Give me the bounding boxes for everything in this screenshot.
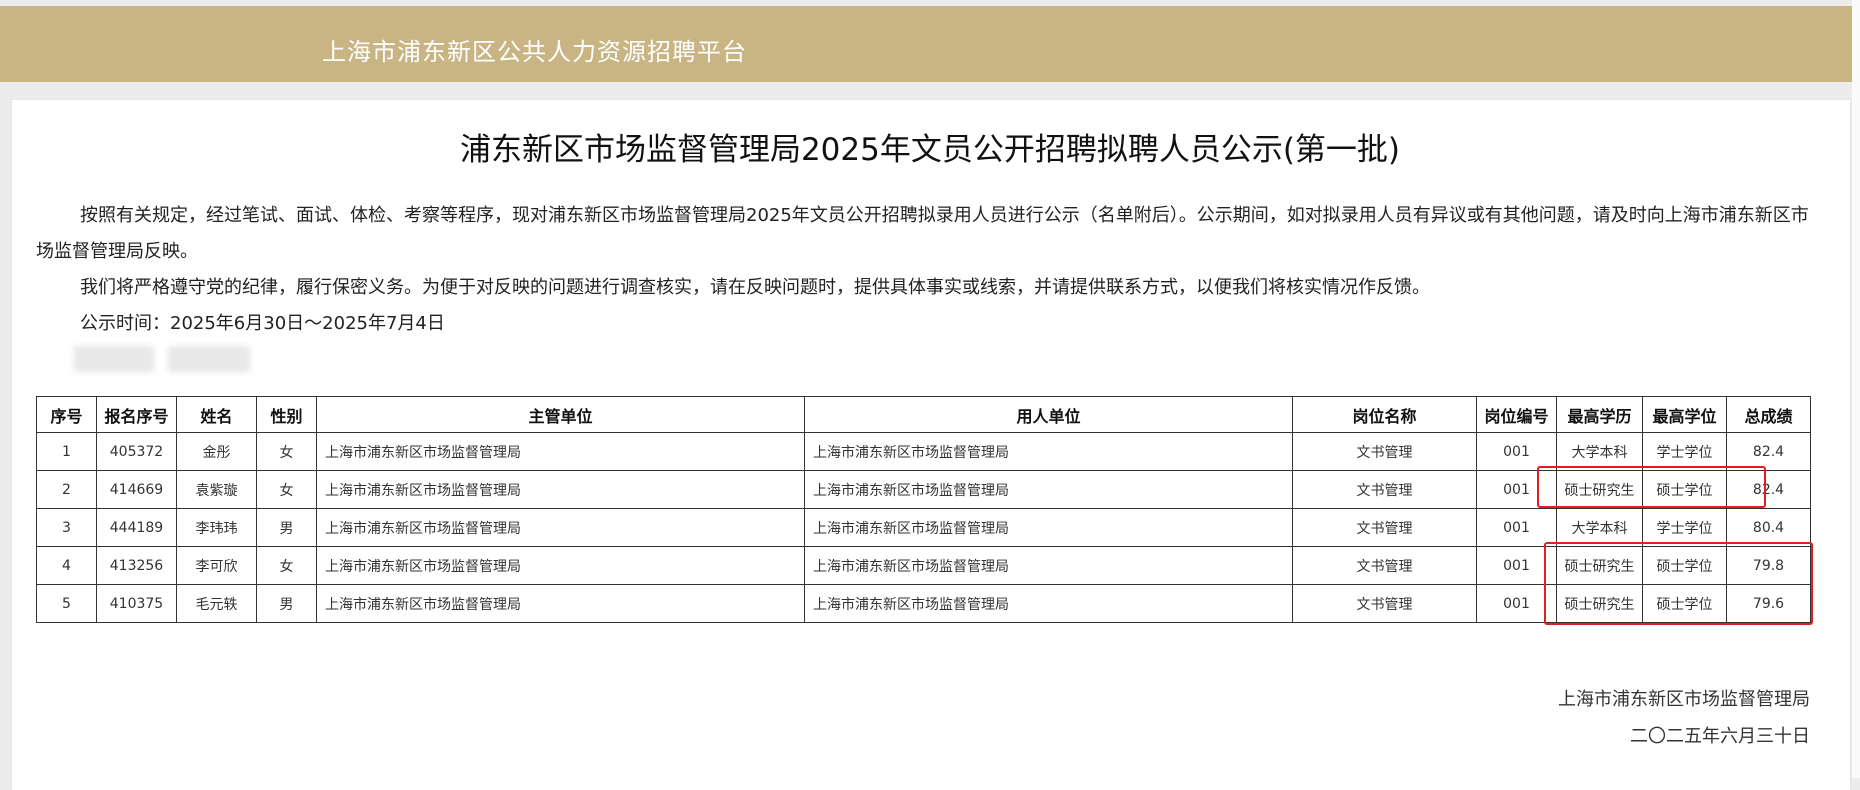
cell-employer: 上海市浦东新区市场监督管理局 bbox=[804, 546, 1293, 585]
cell-degree: 学士学位 bbox=[1642, 508, 1727, 547]
notice-title: 浦东新区市场监督管理局2025年文员公开招聘拟聘人员公示(第一批) bbox=[459, 132, 1401, 168]
col-header: 总成绩 bbox=[1726, 396, 1811, 433]
col-header: 最高学历 bbox=[1556, 396, 1643, 433]
notice-paragraph-2: 我们将严格遵守党的纪律，履行保密义务。为便于对反映的问题进行调查核实，请在反映问… bbox=[80, 277, 1430, 298]
signature-org: 上海市浦东新区市场监督管理局 bbox=[1558, 689, 1810, 710]
cell-reg-no: 405372 bbox=[96, 432, 177, 471]
redacted-text bbox=[168, 346, 250, 372]
cell-gender: 男 bbox=[256, 584, 317, 623]
col-header: 序号 bbox=[36, 396, 97, 433]
cell-gender: 女 bbox=[256, 546, 317, 585]
cell-reg-no: 410375 bbox=[96, 584, 177, 623]
cell-index: 1 bbox=[36, 432, 97, 471]
cell-position: 文书管理 bbox=[1292, 470, 1477, 509]
cell-index: 3 bbox=[36, 508, 97, 547]
cell-employer: 上海市浦东新区市场监督管理局 bbox=[804, 470, 1293, 509]
cell-index: 2 bbox=[36, 470, 97, 509]
cell-name: 李可欣 bbox=[176, 546, 257, 585]
cell-reg-no: 413256 bbox=[96, 546, 177, 585]
col-header: 岗位编号 bbox=[1476, 396, 1557, 433]
table-row: 3 444189 李玮玮 男 上海市浦东新区市场监督管理局 上海市浦东新区市场监… bbox=[36, 508, 1811, 547]
cell-reg-no: 444189 bbox=[96, 508, 177, 547]
cell-position: 文书管理 bbox=[1292, 546, 1477, 585]
cell-education: 大学本科 bbox=[1556, 508, 1643, 547]
col-header: 性别 bbox=[256, 396, 317, 433]
cell-supervisor: 上海市浦东新区市场监督管理局 bbox=[316, 546, 805, 585]
cell-gender: 女 bbox=[256, 432, 317, 471]
notice-period: 公示时间：2025年6月30日～2025年7月4日 bbox=[80, 313, 445, 334]
notice-paragraph-1: 按照有关规定，经过笔试、面试、体检、考察等程序，现对浦东新区市场监督管理局202… bbox=[36, 205, 1809, 262]
signature-date: 二〇二五年六月三十日 bbox=[1630, 726, 1810, 747]
redacted-text bbox=[74, 346, 154, 372]
cell-index: 5 bbox=[36, 584, 97, 623]
cell-name: 金彤 bbox=[176, 432, 257, 471]
col-header: 主管单位 bbox=[316, 396, 805, 433]
col-header: 报名序号 bbox=[96, 396, 177, 433]
cell-employer: 上海市浦东新区市场监督管理局 bbox=[804, 508, 1293, 547]
cell-name: 李玮玮 bbox=[176, 508, 257, 547]
cell-supervisor: 上海市浦东新区市场监督管理局 bbox=[316, 508, 805, 547]
scrollbar[interactable] bbox=[1852, 0, 1860, 778]
cell-position: 文书管理 bbox=[1292, 508, 1477, 547]
table-row: 1 405372 金彤 女 上海市浦东新区市场监督管理局 上海市浦东新区市场监督… bbox=[36, 432, 1811, 471]
cell-score: 80.4 bbox=[1726, 508, 1811, 547]
cell-degree: 学士学位 bbox=[1642, 432, 1727, 471]
cell-supervisor: 上海市浦东新区市场监督管理局 bbox=[316, 584, 805, 623]
col-header: 岗位名称 bbox=[1292, 396, 1477, 433]
col-header: 姓名 bbox=[176, 396, 257, 433]
cell-supervisor: 上海市浦东新区市场监督管理局 bbox=[316, 470, 805, 509]
cell-name: 毛元轶 bbox=[176, 584, 257, 623]
cell-position: 文书管理 bbox=[1292, 432, 1477, 471]
col-header: 最高学位 bbox=[1642, 396, 1727, 433]
col-header: 用人单位 bbox=[804, 396, 1293, 433]
cell-position-code: 001 bbox=[1476, 432, 1557, 471]
cell-education: 大学本科 bbox=[1556, 432, 1643, 471]
cell-name: 袁紫璇 bbox=[176, 470, 257, 509]
cell-gender: 女 bbox=[256, 470, 317, 509]
cell-score: 82.4 bbox=[1726, 432, 1811, 471]
red-highlight-box bbox=[1537, 466, 1766, 508]
cell-supervisor: 上海市浦东新区市场监督管理局 bbox=[316, 432, 805, 471]
site-header: 上海市浦东新区公共人力资源招聘平台 bbox=[0, 6, 1852, 82]
cell-index: 4 bbox=[36, 546, 97, 585]
cell-position: 文书管理 bbox=[1292, 584, 1477, 623]
red-highlight-box bbox=[1544, 542, 1813, 625]
site-title[interactable]: 上海市浦东新区公共人力资源招聘平台 bbox=[322, 32, 747, 67]
table-header-row: 序号 报名序号 姓名 性别 主管单位 用人单位 岗位名称 岗位编号 最高学历 最… bbox=[36, 396, 1811, 433]
cell-employer: 上海市浦东新区市场监督管理局 bbox=[804, 584, 1293, 623]
cell-reg-no: 414669 bbox=[96, 470, 177, 509]
cell-gender: 男 bbox=[256, 508, 317, 547]
cell-employer: 上海市浦东新区市场监督管理局 bbox=[804, 432, 1293, 471]
cell-position-code: 001 bbox=[1476, 508, 1557, 547]
